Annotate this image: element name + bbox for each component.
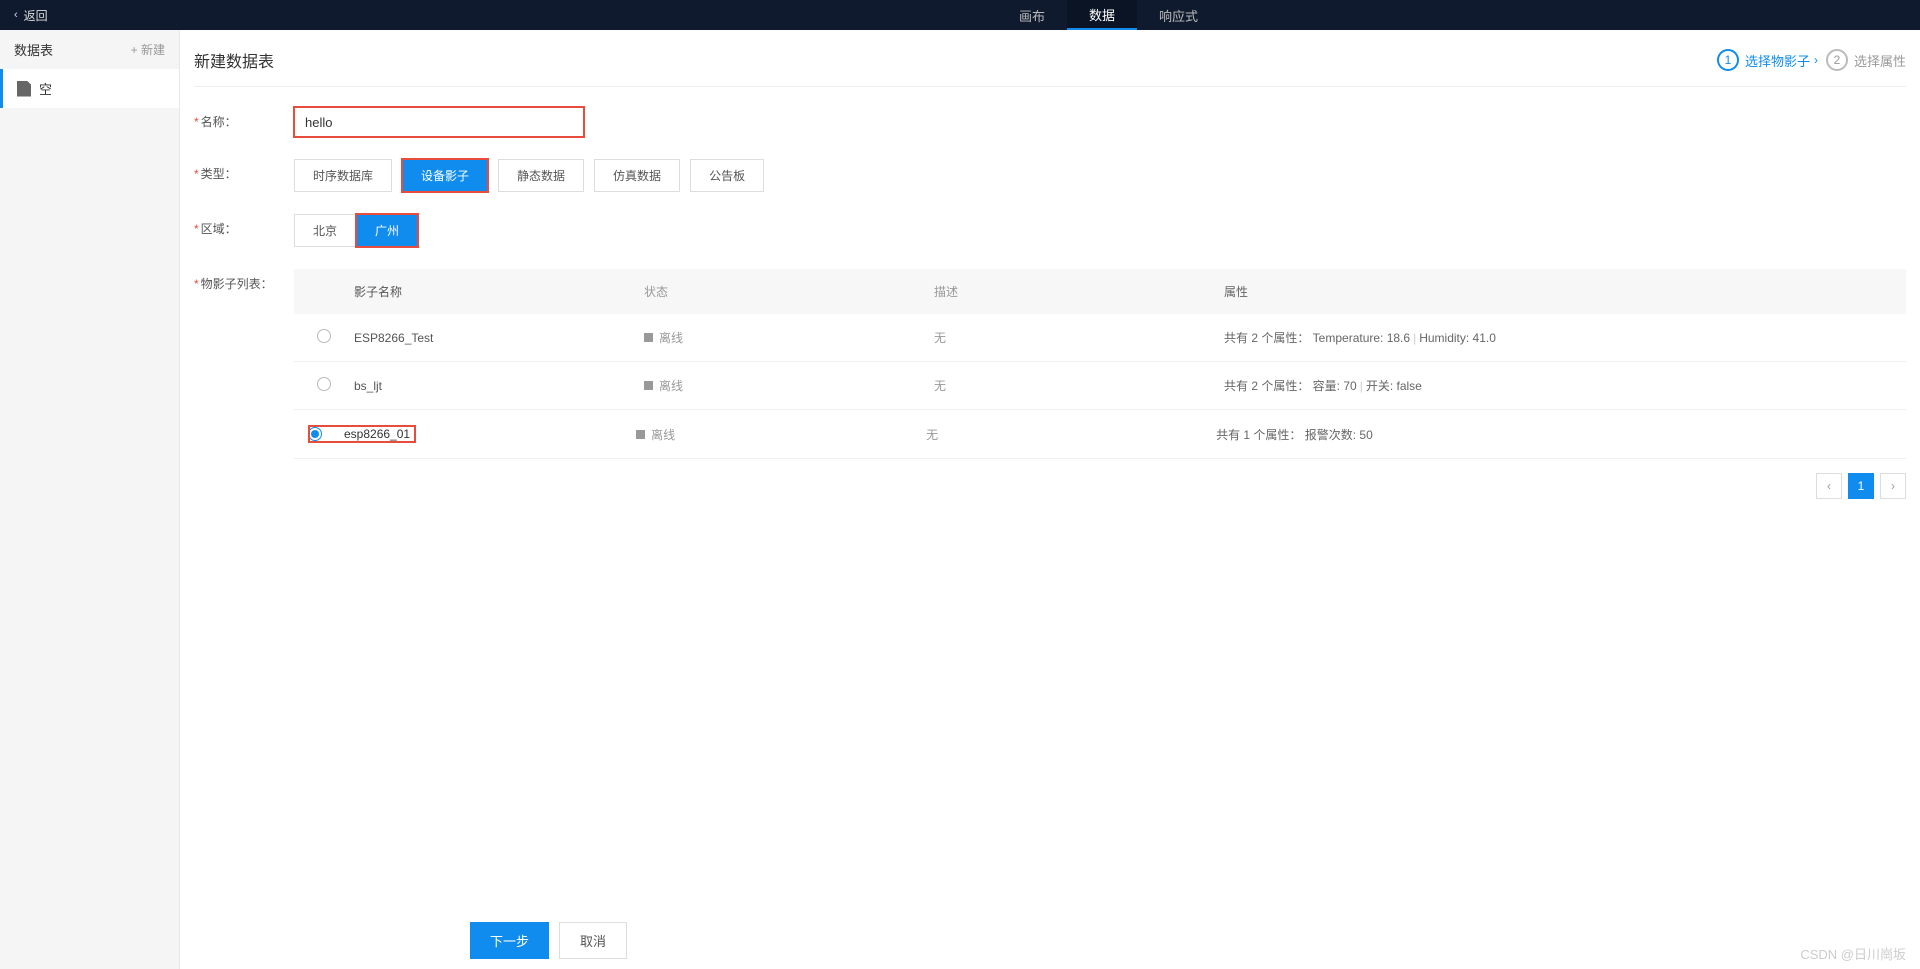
next-button[interactable]: 下一步 xyxy=(470,922,549,959)
cell-status: 离线 xyxy=(659,377,683,394)
watermark: CSDN @日川崗坂 xyxy=(1800,944,1906,963)
cancel-button[interactable]: 取消 xyxy=(559,922,627,959)
radio-icon[interactable] xyxy=(317,329,331,343)
step-2-num: 2 xyxy=(1826,49,1848,71)
cell-name: ESP8266_Test xyxy=(354,331,644,345)
sidebar-item-empty[interactable]: 空 xyxy=(0,69,179,108)
cell-status: 离线 xyxy=(651,426,675,443)
name-input[interactable] xyxy=(294,107,584,137)
cell-attr: 共有 1 个属性： 报警次数: 50 xyxy=(1216,426,1906,443)
step-1[interactable]: 1 选择物影子 › xyxy=(1717,49,1818,71)
pagination: ‹ 1 › xyxy=(294,473,1906,499)
type-opt-shadow[interactable]: 设备影子 xyxy=(402,159,488,192)
type-label: *类型： xyxy=(194,159,294,182)
region-opt-guangzhou[interactable]: 广州 xyxy=(356,214,418,247)
cell-name: bs_ljt xyxy=(354,379,644,393)
region-options: 北京 广州 xyxy=(294,214,1906,247)
table-header: 影子名称 状态 描述 属性 xyxy=(294,269,1906,314)
radio-icon[interactable] xyxy=(317,377,331,391)
file-icon xyxy=(17,81,31,97)
table-row[interactable]: ESP8266_Test 离线 无共有 2 个属性： Temperature: 18… xyxy=(294,314,1906,362)
sidebar: 数据表 + 新建 空 xyxy=(0,30,180,969)
back-label: 返回 xyxy=(24,7,48,24)
back-button[interactable]: ‹ 返回 xyxy=(0,7,62,24)
page-prev[interactable]: ‹ xyxy=(1816,473,1842,499)
type-opt-tsdb[interactable]: 时序数据库 xyxy=(294,159,392,192)
type-opt-sim[interactable]: 仿真数据 xyxy=(594,159,680,192)
status-square-icon xyxy=(636,430,645,439)
page-title: 新建数据表 xyxy=(194,48,274,72)
th-desc: 描述 xyxy=(934,283,1224,300)
step-2[interactable]: 2 选择属性 xyxy=(1826,49,1906,71)
cell-desc: 无 xyxy=(934,329,1224,346)
cell-attr: 共有 2 个属性： 容量: 70|开关: false xyxy=(1224,377,1906,394)
sidebar-new-button[interactable]: + 新建 xyxy=(131,41,165,58)
shadow-table: 影子名称 状态 描述 属性 ESP8266_Test离线无共有 2 个属性： T… xyxy=(294,269,1906,459)
table-row[interactable]: esp8266_01 离线 无共有 1 个属性： 报警次数: 50 xyxy=(294,410,1906,459)
step-1-label: 选择物影子 xyxy=(1745,51,1810,70)
page-1[interactable]: 1 xyxy=(1848,473,1874,499)
cell-desc: 无 xyxy=(934,377,1224,394)
sidebar-title: 数据表 xyxy=(14,40,53,59)
shadow-list-label: *物影子列表： xyxy=(194,269,294,292)
chevron-right-icon: › xyxy=(1814,53,1818,67)
nav-tab-data[interactable]: 数据 xyxy=(1067,0,1137,30)
region-opt-beijing[interactable]: 北京 xyxy=(294,214,356,247)
th-attr: 属性 xyxy=(1224,283,1906,300)
nav-tab-canvas[interactable]: 画布 xyxy=(997,0,1067,30)
footer-buttons: 下一步 取消 xyxy=(470,922,627,959)
radio-icon[interactable] xyxy=(308,427,322,441)
th-status: 状态 xyxy=(644,283,934,300)
cell-desc: 无 xyxy=(926,426,1216,443)
status-square-icon xyxy=(644,381,653,390)
region-label: *区域： xyxy=(194,214,294,237)
type-options: 时序数据库 设备影子 静态数据 仿真数据 公告板 xyxy=(294,159,1906,192)
th-name: 影子名称 xyxy=(354,283,644,300)
nav-tabs: 画布 数据 响应式 xyxy=(997,0,1220,30)
chevron-left-icon: ‹ xyxy=(14,9,18,21)
name-label: *名称： xyxy=(194,107,294,130)
type-opt-board[interactable]: 公告板 xyxy=(690,159,764,192)
step-2-label: 选择属性 xyxy=(1854,51,1906,70)
step-1-num: 1 xyxy=(1717,49,1739,71)
status-square-icon xyxy=(644,333,653,342)
step-indicator: 1 选择物影子 › 2 选择属性 xyxy=(1717,49,1906,71)
sidebar-item-label: 空 xyxy=(39,79,52,98)
content-area: 新建数据表 1 选择物影子 › 2 选择属性 *名称： xyxy=(180,30,1920,969)
table-row[interactable]: bs_ljt 离线 无共有 2 个属性： 容量: 70|开关: false xyxy=(294,362,1906,410)
cell-attr: 共有 2 个属性： Temperature: 18.6|Humidity: 41… xyxy=(1224,329,1906,346)
type-opt-static[interactable]: 静态数据 xyxy=(498,159,584,192)
top-nav: ‹ 返回 画布 数据 响应式 xyxy=(0,0,1920,30)
cell-status: 离线 xyxy=(659,329,683,346)
page-next[interactable]: › xyxy=(1880,473,1906,499)
cell-name: esp8266_01 xyxy=(344,427,410,441)
nav-tab-responsive[interactable]: 响应式 xyxy=(1137,0,1220,30)
